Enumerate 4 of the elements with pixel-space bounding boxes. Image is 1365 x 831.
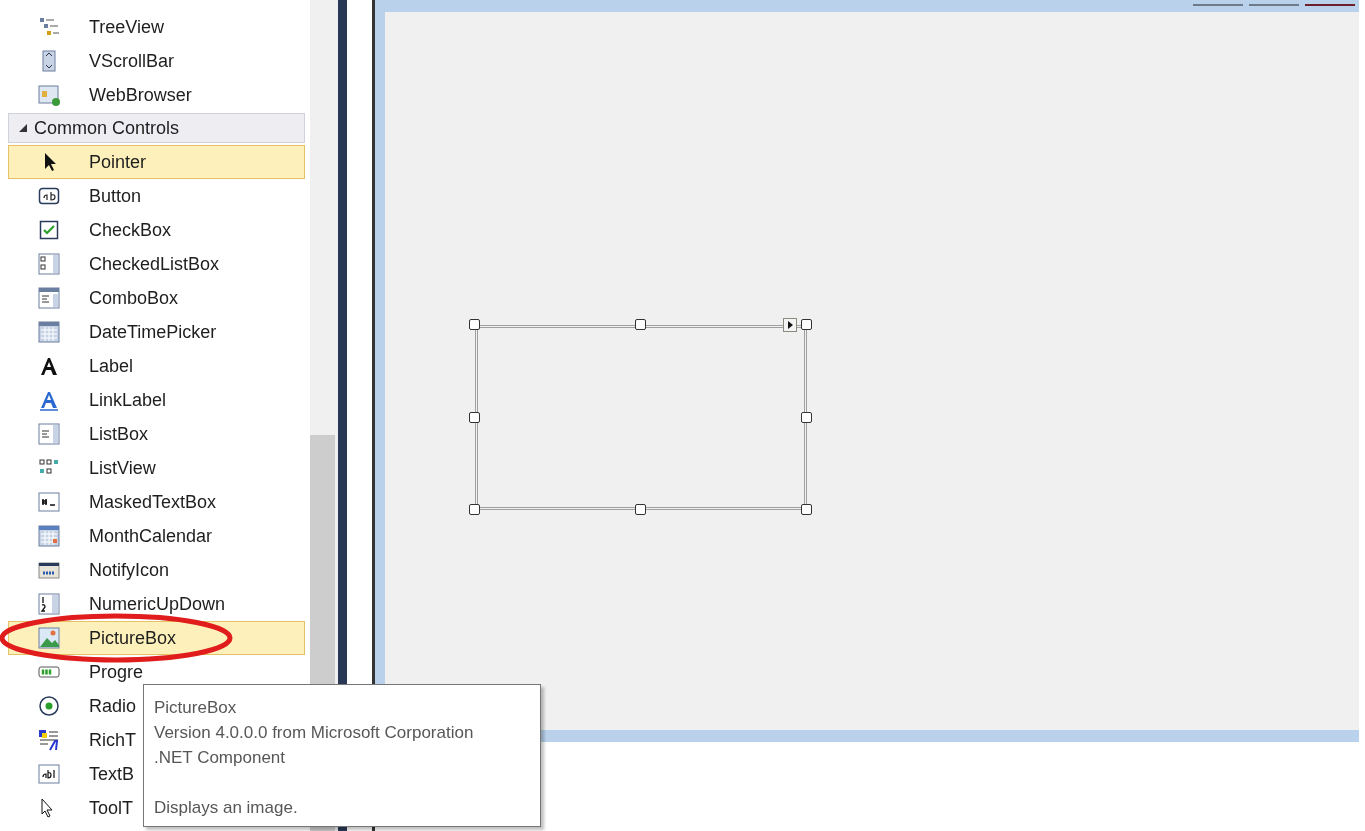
tooltip-title: PictureBox [154, 697, 238, 719]
tooltip-text: Version 4.0.0.0 from Microsoft Corporation [154, 722, 475, 744]
tooltip-text: .NET Component [154, 747, 287, 769]
tooltip-description: Displays an image. [154, 797, 299, 819]
